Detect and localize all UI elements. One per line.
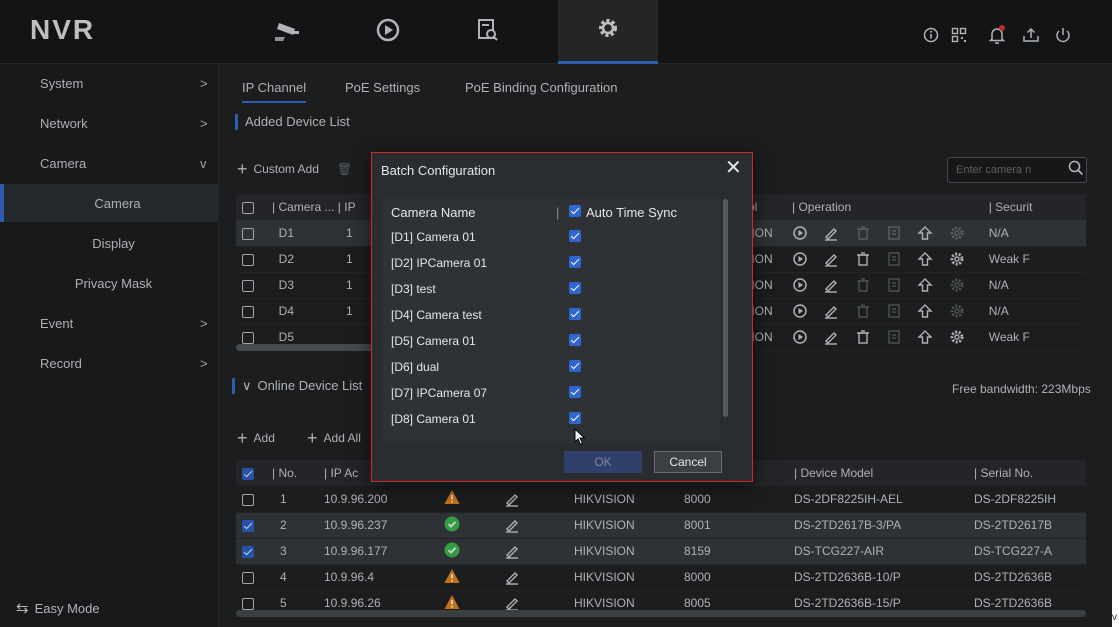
list-item: [D2] IPCamera 01 <box>382 249 720 275</box>
list-item: [D3] test <box>382 275 720 301</box>
auto-time-sync-checkbox[interactable] <box>569 308 581 320</box>
dialog-title: Batch Configuration <box>381 163 496 178</box>
nvr-screen: NVR System > Network > Camera v Camera D… <box>0 0 1112 627</box>
list-item: [D6] dual <box>382 353 720 379</box>
camera-name: [D3] test <box>391 282 436 296</box>
camera-name: [D6] dual <box>391 360 440 374</box>
vertical-scrollbar[interactable] <box>723 199 728 417</box>
camera-name: [D1] Camera 01 <box>391 230 476 244</box>
camera-name: [D2] IPCamera 01 <box>391 256 488 270</box>
list-item: [D1] Camera 01 <box>382 223 720 249</box>
column-divider: | <box>556 205 560 220</box>
list-header: Camera Name | Auto Time Sync <box>382 197 720 221</box>
auto-time-sync-checkbox[interactable] <box>569 386 581 398</box>
edge-char: v <box>1112 612 1117 623</box>
list-item: [D4] Camera test <box>382 301 720 327</box>
auto-time-sync-checkbox[interactable] <box>569 334 581 346</box>
list-item: [D7] IPCamera 07 <box>382 379 720 405</box>
auto-time-sync-checkbox[interactable] <box>569 256 581 268</box>
batch-config-list: Camera Name | Auto Time Sync [D1] Camera… <box>382 197 720 443</box>
camera-name: [D5] Camera 01 <box>391 334 476 348</box>
camera-name: [D7] IPCamera 07 <box>391 386 488 400</box>
auto-time-sync-all-checkbox[interactable] <box>569 205 581 217</box>
camera-name: [D8] Camera 01 <box>391 412 476 426</box>
batch-configuration-dialog: Batch Configuration ✕ Camera Name | Auto… <box>371 152 753 482</box>
list-item: [D5] Camera 01 <box>382 327 720 353</box>
cancel-button[interactable]: Cancel <box>654 451 722 473</box>
ok-button[interactable]: OK <box>564 451 642 473</box>
camera-name: [D4] Camera test <box>391 308 482 322</box>
auto-time-sync-checkbox[interactable] <box>569 360 581 372</box>
close-icon[interactable]: ✕ <box>725 158 742 178</box>
list-item: [D8] Camera 01 <box>382 405 720 431</box>
col-auto-time-sync: Auto Time Sync <box>586 205 678 220</box>
auto-time-sync-checkbox[interactable] <box>569 230 581 242</box>
auto-time-sync-checkbox[interactable] <box>569 412 581 424</box>
auto-time-sync-checkbox[interactable] <box>569 282 581 294</box>
col-camera-name: Camera Name <box>391 205 476 220</box>
mouse-cursor-icon <box>574 428 586 446</box>
